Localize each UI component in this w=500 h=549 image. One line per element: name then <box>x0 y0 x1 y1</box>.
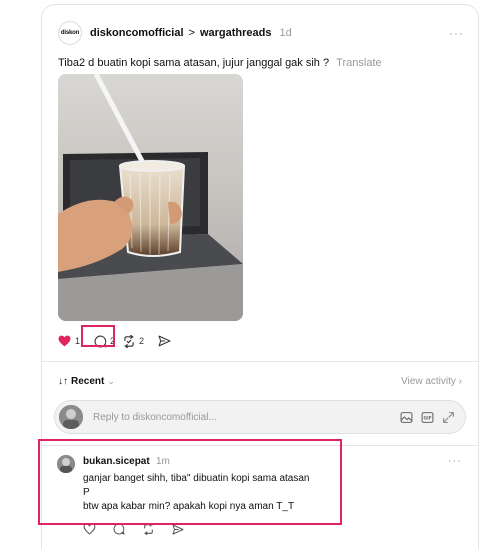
current-user-avatar <box>59 405 83 429</box>
translate-link[interactable]: Translate <box>336 57 381 69</box>
post-body: Tiba2 d buatin kopi sama atasan, jujur j… <box>58 57 382 69</box>
gif-icon[interactable]: GIF <box>421 411 434 424</box>
post-text: Tiba2 d buatin kopi sama atasan, jujur j… <box>58 57 330 69</box>
chevron-down-icon: ⌄ <box>107 375 115 386</box>
sort-dropdown[interactable]: ↓↑ Recent ⌄ <box>58 376 115 387</box>
author-username[interactable]: diskoncomofficial <box>90 27 184 39</box>
repost-arrows-icon <box>123 334 135 348</box>
divider <box>42 361 478 362</box>
coffee-photo-image <box>58 74 243 321</box>
heart-filled-icon <box>58 335 71 347</box>
author-avatar[interactable]: diskon <box>58 21 82 45</box>
topic-separator: > <box>188 27 195 39</box>
sort-label: Recent <box>71 375 105 387</box>
send-icon <box>158 335 171 347</box>
reply-placeholder: Reply to diskoncomofficial... <box>93 411 217 423</box>
more-options-icon[interactable]: ··· <box>449 26 464 40</box>
post-time: 1d <box>279 27 292 39</box>
view-activity-link[interactable]: View activity › <box>401 376 462 387</box>
sort-arrows-icon: ↓↑ <box>58 375 68 387</box>
post-header: diskon diskoncomofficial > wargathreads … <box>58 21 464 45</box>
avatar-photo-icon <box>59 405 83 429</box>
image-icon[interactable] <box>400 411 413 424</box>
repost-highlight-frame <box>81 325 115 347</box>
svg-text:GIF: GIF <box>423 415 431 421</box>
comment-more-options-icon[interactable]: ··· <box>448 455 462 467</box>
avatar-logo-text: diskon <box>60 30 80 36</box>
like-count: 1 <box>75 336 81 346</box>
comment-sort-row: ↓↑ Recent ⌄ View activity › <box>58 374 462 388</box>
send-icon[interactable] <box>172 524 184 535</box>
repost-count: 2 <box>139 336 145 346</box>
repost-button[interactable]: 2 <box>122 334 158 348</box>
share-button[interactable] <box>158 335 171 347</box>
reply-input-box[interactable]: Reply to diskoncomofficial... GIF <box>54 400 466 434</box>
comment-highlight-frame <box>38 439 342 525</box>
post-photo[interactable] <box>58 74 243 321</box>
expand-icon[interactable] <box>442 411 455 424</box>
reply-tools: GIF <box>400 411 455 424</box>
topic-tag[interactable]: wargathreads <box>200 27 272 39</box>
